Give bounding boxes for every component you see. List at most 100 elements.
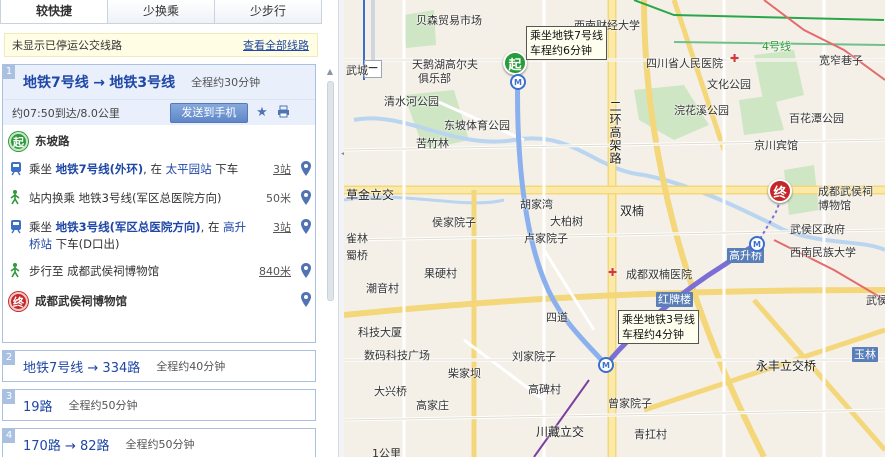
walk-distance[interactable]: 840米: [255, 263, 291, 280]
step-start: 起 东坡路: [3, 125, 315, 154]
walk-icon: [9, 190, 29, 205]
step-walk[interactable]: 步行至 成都武侯祠博物馆 840米: [3, 256, 315, 285]
walk-text: 步行至 成都武侯祠博物馆: [29, 264, 160, 278]
end-label: 成都武侯祠博物馆: [35, 294, 127, 308]
poi-label: 科技大厦: [358, 326, 402, 339]
location-pin-icon[interactable]: [297, 263, 315, 281]
panel-scrollbar[interactable]: ▲: [325, 67, 335, 457]
view-all-lines-link[interactable]: 查看全部线路: [243, 37, 309, 53]
poi-label: 文化公园: [707, 78, 751, 91]
ride1-prefix: 乘坐: [29, 162, 52, 176]
callout-line: 乘坐地铁3号线: [622, 313, 695, 326]
poi-label: 蜀桥: [346, 249, 368, 262]
end-badge-icon: 终: [9, 292, 28, 311]
poi-label: 青扛村: [634, 428, 667, 441]
plan-summary-bar: 约07:50到达/8.0公里 发送到手机 ★: [3, 99, 315, 125]
poi-label: 武侯立: [866, 294, 885, 307]
tab-fastest[interactable]: 较快捷: [1, 0, 107, 23]
poi-label: 曾家院子: [608, 397, 652, 410]
step-ride-metro7[interactable]: 乘坐 地铁7号线(外环), 在 太平园站 下车 3站: [3, 154, 315, 183]
poi-label: 大兴桥: [374, 385, 407, 398]
ride2-stop-count[interactable]: 3站: [255, 219, 291, 236]
start-marker-icon[interactable]: 起: [503, 51, 527, 75]
route-plan-4[interactable]: 4 170路 → 82路 全程约50分钟: [2, 428, 316, 457]
favorite-star-icon[interactable]: ★: [254, 105, 270, 121]
ride2-prefix: 乘坐: [29, 220, 52, 234]
zoom-slider-track[interactable]: [371, 0, 375, 60]
station-label: 玉林: [852, 347, 878, 362]
metro-icon: [9, 161, 29, 176]
location-pin-icon[interactable]: [297, 161, 315, 179]
send-to-phone-button[interactable]: 发送到手机: [169, 102, 248, 123]
map-view[interactable]: − 贝森贸易市场 西南财经大学 四川省人民医院 宽窄巷子 4号线 文化公园 浣花…: [344, 0, 885, 457]
notice-text: 未显示已停运公交线路: [12, 39, 122, 52]
callout-line: 乘坐地铁7号线: [530, 29, 603, 42]
plan-title: 地铁7号线 → 334路: [23, 360, 141, 376]
station-label: 红牌楼: [656, 292, 693, 307]
ride1-suffix: 下车: [215, 162, 239, 176]
poi-label: 雀林: [346, 232, 368, 245]
ride1-line-link[interactable]: 地铁7号线(外环): [56, 162, 144, 176]
metro-station-icon[interactable]: M: [510, 74, 526, 90]
plan-number: 4: [3, 429, 15, 443]
tab-less-walking[interactable]: 少步行: [214, 0, 321, 23]
plan-line1: 地铁7号线: [23, 75, 89, 91]
end-marker-icon[interactable]: 终: [768, 179, 792, 203]
road-label: 双楠: [620, 204, 645, 218]
ride1-stop-link[interactable]: 太平园站: [166, 162, 212, 176]
hospital-icon: ✚: [608, 266, 618, 279]
metro-station-icon[interactable]: M: [598, 357, 614, 373]
poi-label: 高家庄: [416, 399, 449, 412]
metro-icon: [9, 219, 29, 234]
ride1-mid: , 在: [143, 162, 162, 176]
plan-number: 2: [3, 351, 15, 365]
plan-title: 地铁7号线 → 地铁3号线: [23, 72, 175, 92]
step-ride-metro3[interactable]: 乘坐 地铁3号线(军区总医院方向), 在 高升桥站 下车(D口出) 3站: [3, 212, 315, 256]
location-pin-icon[interactable]: [297, 292, 315, 310]
poi-label: 刘家院子: [512, 350, 556, 363]
plan-header[interactable]: 1 地铁7号线 → 地铁3号线 全程约30分钟: [3, 65, 315, 99]
hospital-icon: ✚: [730, 52, 740, 65]
poi-label: 胡家湾: [520, 198, 553, 211]
route-plan-2[interactable]: 2 地铁7号线 → 334路 全程约40分钟: [2, 350, 316, 382]
location-pin-icon[interactable]: [297, 190, 315, 208]
route-panel: 较快捷 少换乘 少步行 未显示已停运公交线路 查看全部线路 1 地铁7号线 → …: [0, 0, 322, 457]
ride1-stop-count[interactable]: 3站: [255, 161, 291, 178]
road-label: 二环高架路: [608, 100, 622, 165]
callout-line: 车程约6分钟: [530, 44, 592, 57]
road-label: 川藏立交: [536, 425, 585, 439]
ride2-line-link[interactable]: 地铁3号线(军区总医院方向): [56, 220, 201, 234]
walk-icon: [9, 263, 29, 278]
poi-label: 苦竹林: [416, 137, 449, 150]
print-icon[interactable]: [276, 105, 292, 121]
tab-fewer-transfers[interactable]: 少换乘: [107, 0, 214, 23]
metro-station-icon[interactable]: M: [749, 236, 765, 252]
poi-label: 四川省人民医院: [646, 57, 723, 70]
plan-arrow: →: [93, 75, 105, 91]
scroll-up-icon[interactable]: ▲: [325, 67, 335, 77]
start-badge-icon: 起: [9, 132, 28, 151]
poi-label: 大柏树: [550, 215, 583, 228]
plan-title: 19路: [23, 399, 53, 415]
poi-label: 高碑村: [528, 383, 561, 396]
plan-duration: 全程约40分钟: [156, 360, 226, 373]
poi-label: 京川宾馆: [754, 139, 798, 152]
plan-duration: 全程约50分钟: [68, 399, 138, 412]
poi-label: 数码科技广场: [364, 349, 430, 362]
step-transfer[interactable]: 站内换乘 地铁3号线(军区总医院方向) 50米: [3, 183, 315, 212]
poi-label: 浣花溪公园: [674, 104, 729, 117]
poi-label: 博物馆: [818, 199, 851, 212]
poi-label: 四道: [546, 311, 568, 324]
poi-label: 俱乐部: [418, 72, 451, 85]
plan-number: 3: [3, 390, 15, 404]
metro-line-label: 4号线: [762, 40, 791, 53]
route-plan-3[interactable]: 3 19路 全程约50分钟: [2, 389, 316, 421]
road-label: 草金立交: [346, 188, 395, 202]
poi-label: 武侯区政府: [790, 223, 845, 236]
scroll-thumb[interactable]: [327, 81, 334, 301]
transfer-distance: 50米: [266, 192, 291, 205]
ride2-suffix: 下车(D口出): [55, 237, 120, 251]
poi-label: 百花潭公园: [789, 112, 844, 125]
route-plan-1[interactable]: 1 地铁7号线 → 地铁3号线 全程约30分钟 约07:50到达/8.0公里 发…: [2, 64, 316, 343]
location-pin-icon[interactable]: [297, 219, 315, 237]
